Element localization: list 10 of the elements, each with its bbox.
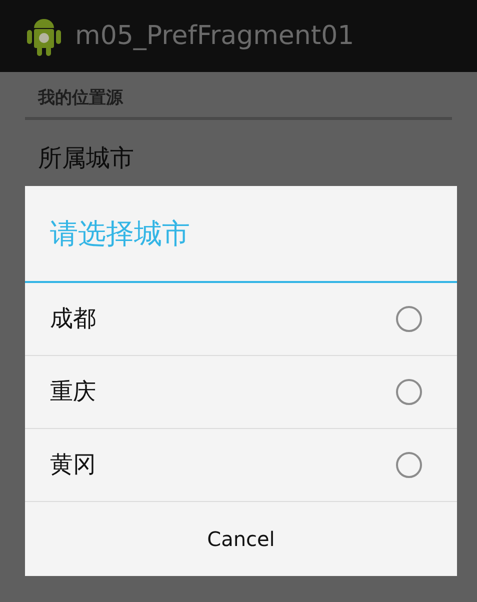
radio-button[interactable] <box>396 379 422 405</box>
app-title: m05_PrefFragment01 <box>75 20 354 52</box>
city-option[interactable]: 重庆 <box>25 356 457 429</box>
radio-button[interactable] <box>396 452 422 478</box>
city-option[interactable]: 成都 <box>25 283 457 356</box>
dialog-title: 请选择城市 <box>50 216 190 252</box>
radio-button[interactable] <box>396 306 422 332</box>
cancel-button[interactable]: Cancel <box>25 502 457 575</box>
city-option[interactable]: 黄冈 <box>25 429 457 502</box>
category-header: 我的位置源 <box>36 87 124 110</box>
